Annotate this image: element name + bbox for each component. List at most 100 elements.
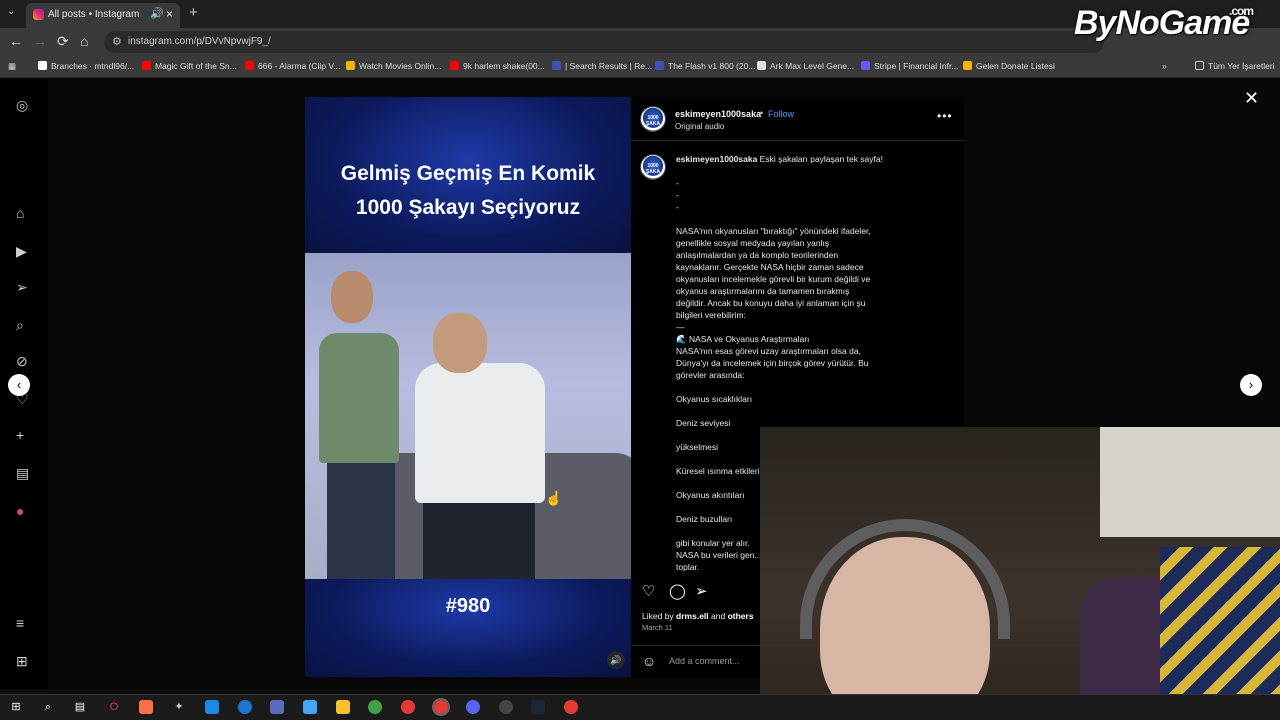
bookmark-item[interactable]: 666 - Alarma (Clip V... [245,61,340,71]
tab-close-icon[interactable]: × [166,7,173,21]
bookmark-item[interactable]: Gelen Donate Listesi [963,61,1055,71]
dashboard-nav-icon[interactable]: ▤ [16,465,29,482]
bookmark-favicon-icon [38,61,47,70]
search-nav-icon[interactable]: ⌕ [16,317,24,334]
edge-icon[interactable] [238,700,252,714]
apps-grid-icon[interactable]: ▦ [8,61,16,72]
comment-input[interactable]: Add a comment... [669,656,740,666]
whatsapp-icon[interactable] [368,700,382,714]
instagram-logo-icon[interactable]: ◎ [16,97,28,114]
caption-line: bilgileri verebilirim: [676,310,746,320]
video-title-banner: Gelmiş Geçmiş En Komik 1000 Şakayı Seçiy… [305,97,631,253]
author-username[interactable]: eskimeyen1000saka [675,109,761,119]
caption-line: anlaşılmalardan ya da komplo teorilerind… [676,250,839,260]
caption-line: NASA'nın esas görevi uzay araştırmaları … [676,346,861,356]
caption-line: kaynaklanır. Gerçekte NASA hiçbir zaman … [676,262,864,272]
reels-nav-icon[interactable]: ▶ [16,243,27,260]
next-post-icon[interactable]: › [1240,374,1262,396]
liked-by-others[interactable]: others [728,611,754,621]
app4-icon[interactable] [499,700,513,714]
forward-icon[interactable]: → [33,33,47,49]
store-icon[interactable] [205,700,219,714]
menu-nav-icon[interactable]: ≡ [16,615,24,631]
back-icon[interactable]: ← [9,33,23,49]
bookmark-item[interactable]: Watch Movies Onlin... [346,61,441,71]
all-bookmarks-folder[interactable]: Tüm Yer İşaretleri [1195,61,1275,71]
bookmark-label: | Search Results | Re... [565,61,653,71]
close-modal-icon[interactable]: ✕ [1244,88,1259,109]
firefox-icon[interactable] [139,700,153,714]
post-video[interactable]: Gelmiş Geçmiş En Komik 1000 Şakayı Seçiy… [305,97,631,677]
app2-icon[interactable] [270,700,284,714]
bookmark-item[interactable]: 9k harlem shake(00... [450,61,545,71]
explore-nav-icon[interactable]: ⊘ [16,353,28,370]
tab-title: All posts • Instagram [48,9,140,20]
home-nav-icon[interactable]: ⌂ [16,205,24,221]
like-heart-icon[interactable]: ♡ [642,582,655,600]
video-number: #980 [445,595,491,617]
liked-by-user[interactable]: drms.ell [676,611,709,621]
address-bar[interactable]: ⚙ instagram.com/p/DVvNpvwjF9_/ [104,31,1104,53]
original-audio-link[interactable]: Original audio [675,122,724,131]
more-options-icon[interactable]: ••• [937,109,953,123]
browser-tab-instagram[interactable]: All posts • Instagram 🔊 × [26,3,180,28]
app-icon[interactable]: ✦ [172,700,186,714]
caption-username[interactable]: eskimeyen1000saka [676,154,757,164]
windows-start-icon[interactable]: ⊞ [9,700,23,714]
liked-by-text: Liked by drms.ell and others [642,611,754,621]
home-icon[interactable]: ⌂ [80,33,88,49]
emoji-icon[interactable]: ☺ [642,653,656,669]
profile-avatar-icon[interactable]: ● [16,503,24,519]
chrome-active-icon[interactable] [432,698,450,716]
bookmark-label: Watch Movies Onlin... [359,61,442,71]
bookmark-favicon-icon [655,61,664,70]
author-avatar[interactable]: 1000 ŞAKA [640,106,666,132]
bookmark-item[interactable]: | Search Results | Re... [552,61,652,71]
task-view-icon[interactable]: ▤ [73,700,87,714]
more-apps-nav-icon[interactable]: ⊞ [16,653,28,670]
liked-by-and: and [711,611,726,621]
previous-post-icon[interactable]: ‹ [8,374,30,396]
app3-icon[interactable] [303,700,317,714]
bookmark-item[interactable]: Stripe | Financial Infr... [861,61,958,71]
caption-line: genellikle sosyal medyada yayılan yanlış [676,238,830,248]
caption-line [676,405,892,417]
messages-nav-icon[interactable]: ➢ [16,279,28,296]
discord-icon[interactable] [466,700,480,714]
site-info-icon[interactable]: ⚙ [112,35,122,48]
tab-audio-icon[interactable]: 🔊 [150,7,164,20]
steam-icon[interactable] [531,700,545,714]
caption-line [676,381,892,393]
chrome-icon[interactable] [401,700,415,714]
caption-line: NASA'nın okyanusları "bıraktığı" yönünde… [676,226,871,236]
new-tab-icon[interactable]: + [189,4,198,21]
caption-line [676,213,892,225]
taskbar-search-icon[interactable]: ⌕ [41,700,55,714]
bookmark-item[interactable]: The Flash v1 800 (20... [655,61,755,71]
caption-line: görevler arasında: [676,370,745,380]
file-explorer-icon[interactable] [336,700,350,714]
caption-line: okyanus araştırmalarını da tamamen bırak… [676,286,850,296]
follow-button[interactable]: Follow [768,109,794,119]
address-text[interactable]: instagram.com/p/DVvNpvwjF9_/ [128,36,271,47]
caption-avatar-text: 1000 ŞAKA [645,163,661,175]
bookmark-item[interactable]: Branches · mtndl96/... [38,61,134,71]
share-icon[interactable]: ➢ [695,582,708,600]
bookmark-favicon-icon [346,61,355,70]
bookmark-favicon-icon [757,61,766,70]
bookmark-label: The Flash v1 800 (20... [668,61,756,71]
webcam-headset [800,519,1010,639]
more-bookmarks-icon[interactable]: » [1162,61,1167,71]
comment-icon[interactable]: ◯ [669,582,686,600]
bookmark-item[interactable]: Magic Gift of the Sn... [142,61,237,71]
create-nav-icon[interactable]: + [16,427,24,443]
video-mute-icon[interactable]: 🔊 [607,651,625,669]
chrome2-icon[interactable] [564,700,578,714]
caption-author-avatar[interactable]: 1000 ŞAKA [640,154,666,180]
opera-icon[interactable]: O [107,700,121,714]
caption-line: 🌊 NASA ve Okyanus Araştırmaları [676,334,810,344]
bookmark-item[interactable]: Ark Max Level Gene... [757,61,854,71]
tab-search-icon[interactable]: ⌄ [7,6,15,17]
reload-icon[interactable]: ⟳ [57,33,69,50]
post-header: 1000 ŞAKA eskimeyen1000saka • Follow Ori… [631,97,964,141]
